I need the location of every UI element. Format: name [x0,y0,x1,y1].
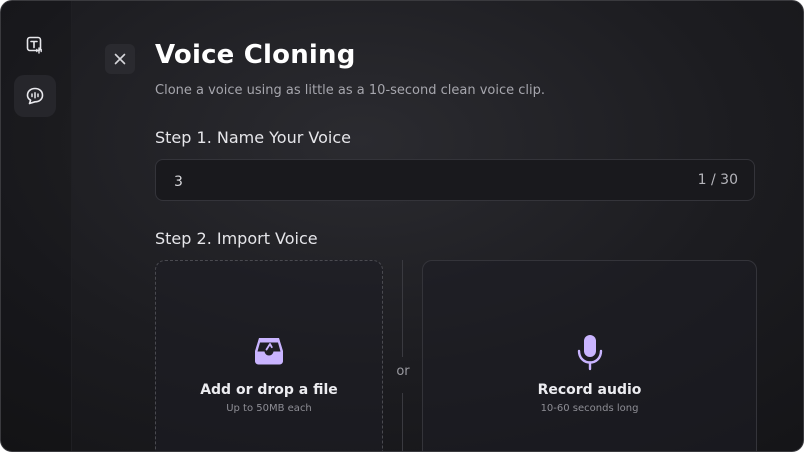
step2-label: Step 2. Import Voice [155,229,318,248]
microphone-icon [577,335,602,371]
voice-cloning-window: Voice Cloning Clone a voice using as lit… [0,0,804,452]
inbox-upload-icon [255,338,283,365]
voice-name-input[interactable] [172,170,656,194]
record-title: Record audio [537,382,642,398]
page-subtitle: Clone a voice using as little as a 10-se… [155,83,546,98]
separator-line-top [402,260,403,357]
char-counter: 1 / 30 [697,172,738,188]
upload-file-dropzone[interactable]: Add or drop a file Up to 50MB each [155,260,383,451]
separator-or: or [396,364,410,379]
sidebar-item-text-to-speech[interactable] [14,24,56,66]
sidebar-item-voice-chat[interactable] [14,75,56,117]
voice-name-field[interactable]: 1 / 30 [155,159,755,201]
record-audio-card[interactable]: Record audio 10-60 seconds long [422,260,757,451]
upload-subtitle: Up to 50MB each [226,403,312,414]
close-icon [114,53,126,65]
page-title: Voice Cloning [155,40,356,70]
upload-title: Add or drop a file [200,382,338,398]
separator-line-bottom [402,393,403,451]
sidebar [1,1,72,451]
close-button[interactable] [105,44,135,74]
record-subtitle: 10-60 seconds long [540,403,639,414]
text-to-speech-icon [26,36,42,54]
voice-chat-icon [26,87,44,105]
step1-label: Step 1. Name Your Voice [155,128,351,147]
